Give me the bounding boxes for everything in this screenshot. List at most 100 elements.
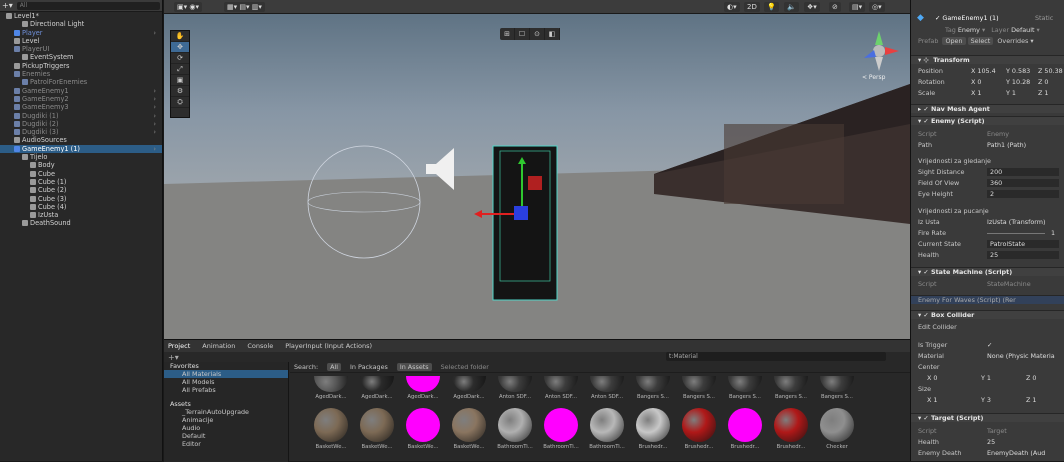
navmesh-header[interactable]: ▸ ✓ Nav Mesh Agent	[911, 104, 1064, 113]
transform-tool-button[interactable]: ▣	[171, 75, 189, 86]
edit-collider-row[interactable]: Edit Collider	[911, 323, 1064, 332]
perspective-label[interactable]: < Persp	[862, 74, 885, 81]
asset-item[interactable]: Anton SDF...	[585, 376, 629, 400]
asset-item[interactable]: Brushedr...	[677, 408, 721, 450]
hierarchy-item[interactable]: Level	[0, 37, 162, 45]
chevron-right-icon[interactable]: ›	[153, 145, 156, 153]
bottom-tab[interactable]: Animation	[202, 342, 235, 350]
asset-item[interactable]: Bangers S...	[723, 376, 767, 400]
grid-snap-button[interactable]: ▦▾ ▤▾ ▥▾	[224, 2, 265, 12]
hierarchy-item[interactable]: Tijelo	[0, 153, 162, 161]
hierarchy-item[interactable]: GameEnemy1 ›	[0, 87, 162, 95]
asset-item[interactable]: Bangers S...	[631, 376, 675, 400]
rotation-row[interactable]: Rotation X 0Y 10.28 Z 0	[911, 78, 1064, 87]
scene-overlay-button[interactable]: ⊞	[500, 28, 515, 40]
chevron-right-icon[interactable]: ›	[153, 112, 156, 120]
camera-icon[interactable]: ▤▾	[849, 2, 866, 12]
scene-overlay-button[interactable]: ◧	[545, 28, 560, 40]
asset-item[interactable]: BasketWe...	[355, 408, 399, 450]
transform-tool-button[interactable]: ✋	[171, 31, 189, 42]
2d-toggle[interactable]: 2D	[744, 2, 760, 12]
eye-row[interactable]: Eye Height 2	[911, 190, 1064, 199]
sight-row[interactable]: Sight Distance 200	[911, 168, 1064, 177]
hierarchy-item[interactable]: GameEnemy3 ›	[0, 103, 162, 111]
state-row[interactable]: Current State PatrolState	[911, 240, 1064, 249]
filter-in-packages[interactable]: In Packages	[350, 363, 388, 371]
asset-item[interactable]: AgedDark...	[355, 376, 399, 400]
target-health-row[interactable]: Health 25	[911, 438, 1064, 447]
hierarchy-item[interactable]: AudioSources	[0, 136, 162, 144]
hierarchy-item[interactable]: Player ›	[0, 29, 162, 37]
hierarchy-item[interactable]: Body	[0, 161, 162, 169]
project-tree-item[interactable]: All Materials	[164, 370, 288, 378]
asset-item[interactable]: Bangers S...	[677, 376, 721, 400]
scale-row[interactable]: Scale X 1Y 1Z 1	[911, 89, 1064, 98]
hierarchy-item[interactable]: Cube (1)	[0, 178, 162, 186]
transform-tool-button[interactable]: ⚙	[171, 86, 189, 97]
transform-tool-button[interactable]: ✥	[171, 42, 189, 53]
asset-item[interactable]: BasketWe...	[309, 408, 353, 450]
asset-item[interactable]: BasketWe...	[401, 408, 445, 450]
project-tree-item[interactable]: Audio	[164, 424, 288, 432]
asset-item[interactable]: Bangers S...	[815, 376, 859, 400]
asset-item[interactable]: BathroomTi...	[539, 408, 583, 450]
enemy-death-row[interactable]: Enemy Death EnemyDeath (Aud	[911, 449, 1064, 458]
hierarchy-item[interactable]: PlayerUI	[0, 45, 162, 53]
center-row[interactable]: X 0Y 1Z 0	[911, 374, 1064, 383]
bottom-tab[interactable]: PlayerInput (Input Actions)	[285, 342, 372, 350]
hierarchy-item[interactable]: Dugdiki (3) ›	[0, 128, 162, 136]
health-row[interactable]: Health 25	[911, 251, 1064, 260]
transform-header[interactable]: ▾ ⊹ Transform	[911, 55, 1064, 64]
chevron-right-icon[interactable]: ›	[153, 103, 156, 111]
project-tree-item[interactable]: _TerrainAutoUpgrade	[164, 408, 288, 416]
state-machine-header[interactable]: ▾ ✓ State Machine (Script)	[911, 267, 1064, 276]
enemy-script-header[interactable]: ▾ ✓ Enemy (Script)	[911, 116, 1064, 125]
hierarchy-item[interactable]: Cube (3)	[0, 195, 162, 203]
hierarchy-item[interactable]: GameEnemy2 ›	[0, 95, 162, 103]
project-tree-item[interactable]: Assets	[164, 400, 288, 408]
box-collider-header[interactable]: ▾ ✓ Box Collider	[911, 310, 1064, 319]
project-tree-item[interactable]: Default	[164, 432, 288, 440]
hierarchy-item[interactable]: PickupTriggers	[0, 62, 162, 70]
bottom-tab[interactable]: Console	[247, 342, 273, 350]
asset-item[interactable]: AgedDark...	[401, 376, 445, 400]
asset-item[interactable]: Bangers S...	[769, 376, 813, 400]
fire-rate-row[interactable]: Fire Rate 1	[911, 229, 1064, 238]
hierarchy-item[interactable]: Dugdiki (1) ›	[0, 112, 162, 120]
chevron-right-icon[interactable]: ›	[153, 87, 156, 95]
path-row[interactable]: Path Path1 (Path)	[911, 141, 1064, 150]
asset-item[interactable]: BathroomTi...	[493, 408, 537, 450]
draw-mode-button[interactable]: ▣▾ ◉▾	[174, 2, 202, 12]
chevron-right-icon[interactable]: ›	[153, 128, 156, 136]
asset-item[interactable]: Anton SDF...	[493, 376, 537, 400]
efw-header[interactable]: Enemy For Waves (Script) (Rer	[911, 295, 1064, 304]
transform-tool-button[interactable]: ⤢	[171, 64, 189, 75]
asset-item[interactable]: AgedDark...	[447, 376, 491, 400]
object-name[interactable]: ◆ ✓ GameEnemy1 (1) Static	[911, 12, 1064, 24]
asset-item[interactable]: AgedDark...	[309, 376, 353, 400]
asset-item[interactable]: BasketWe...	[447, 408, 491, 450]
scene-view[interactable]	[164, 14, 910, 339]
hierarchy-item[interactable]: EventSystem	[0, 53, 162, 61]
target-header[interactable]: ▾ ✓ Target (Script)	[911, 413, 1064, 422]
chevron-right-icon[interactable]: ›	[153, 29, 156, 37]
prefab-row[interactable]: Prefab Open Select Overrides ▾	[911, 37, 1064, 46]
filter-all[interactable]: All	[327, 363, 342, 371]
chevron-right-icon[interactable]: ›	[153, 95, 156, 103]
izusta-row[interactable]: Iz Usta IzUsta (Transform)	[911, 218, 1064, 227]
fov-row[interactable]: Field Of View 360	[911, 179, 1064, 188]
transform-tool-button[interactable]: ⟳	[171, 53, 189, 64]
asset-item[interactable]: Checker	[815, 408, 859, 450]
hierarchy-item[interactable]: Level1*	[0, 12, 162, 20]
lighting-icon[interactable]: 💡	[764, 2, 779, 12]
asset-item[interactable]: Brushedr...	[631, 408, 675, 450]
asset-item[interactable]: Brushedr...	[769, 408, 813, 450]
size-row[interactable]: X 1Y 3Z 1	[911, 396, 1064, 405]
tag-layer-row[interactable]: Tag Enemy ▾ Layer Default ▾	[911, 26, 1064, 35]
hierarchy-item[interactable]: Enemies	[0, 70, 162, 78]
transform-tool-button[interactable]: ⛭	[171, 97, 189, 108]
trigger-row[interactable]: Is Trigger ✓	[911, 341, 1064, 350]
chevron-right-icon[interactable]: ›	[153, 120, 156, 128]
hierarchy-item[interactable]: Cube	[0, 170, 162, 178]
project-tree-item[interactable]: All Prefabs	[164, 386, 288, 394]
